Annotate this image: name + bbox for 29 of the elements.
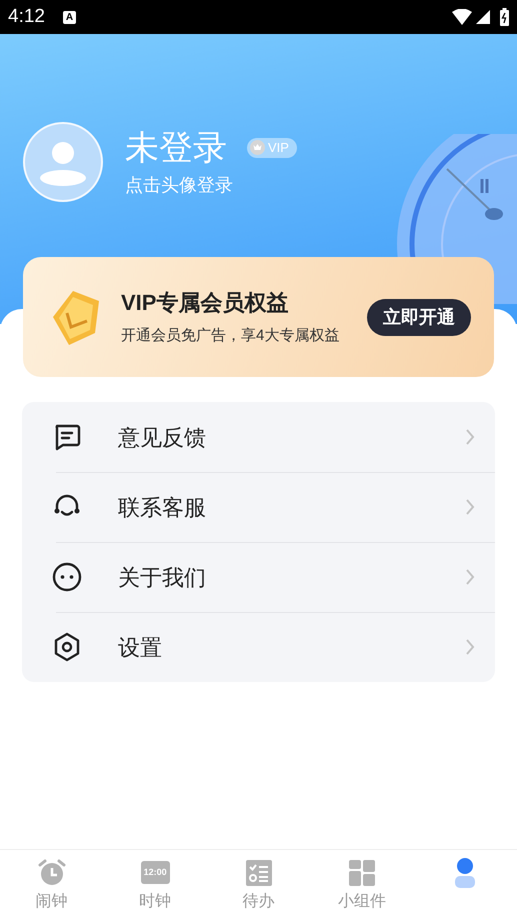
user-name: 未登录: [125, 128, 227, 168]
menu-label: 意见反馈: [118, 424, 207, 452]
digital-clock-icon: 12:00: [140, 861, 170, 884]
vip-subtitle: 开通会员免广告，享4大专属权益: [121, 326, 340, 346]
status-time: 4:12: [8, 4, 45, 29]
activate-button[interactable]: 立即开通: [367, 298, 471, 336]
signal-icon: [476, 10, 490, 24]
smiley-icon: [51, 561, 83, 593]
notification-icon: A: [62, 10, 76, 24]
menu-item[interactable]: 关于我们: [22, 542, 495, 612]
alarm-clock-icon: [36, 858, 67, 888]
wifi-icon: [452, 9, 472, 25]
menu-label: 设置: [118, 634, 163, 662]
battery-icon: [500, 8, 509, 26]
menu-item[interactable]: 设置: [22, 612, 495, 682]
vip-badge: VIP: [247, 138, 297, 158]
person-icon: [454, 858, 476, 888]
grid-icon: [348, 858, 376, 886]
crown-icon: [250, 140, 265, 155]
checklist-icon: [244, 858, 273, 886]
chevron-icon: [465, 638, 475, 656]
chevron-icon: [465, 498, 475, 516]
chevron-icon: [465, 428, 475, 446]
chevron-icon: [465, 568, 475, 586]
menu-item[interactable]: 意见反馈: [22, 402, 495, 472]
menu-item[interactable]: 联系客服: [22, 472, 495, 542]
menu-label: 关于我们: [118, 564, 207, 592]
vip-title: VIP专属会员权益: [121, 289, 290, 318]
menu-label: 联系客服: [118, 494, 207, 522]
